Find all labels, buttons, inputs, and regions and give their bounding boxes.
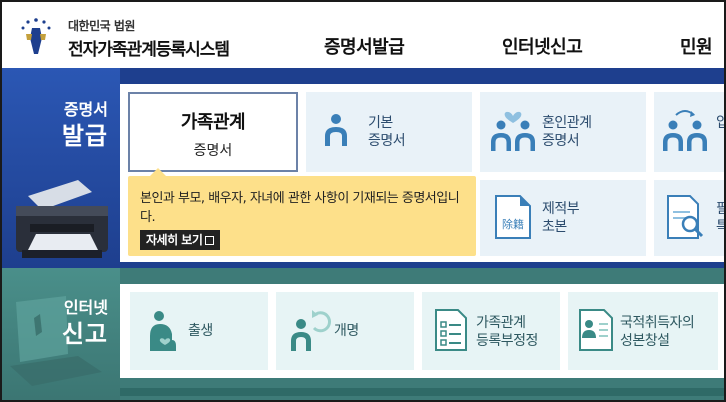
adoption-certificate-tile[interactable]: 입	[654, 92, 724, 172]
person-icon	[325, 114, 347, 146]
register-correction-sublabel: 등록부정정	[476, 333, 538, 349]
external-link-icon	[205, 236, 215, 245]
tooltip-arrow	[150, 168, 166, 176]
marriage-certificate-sublabel: 증명서	[542, 133, 580, 149]
register-correction-label: 가족관계	[476, 315, 526, 331]
basic-certificate-label: 기본	[368, 115, 393, 131]
birth-mother-icon	[150, 311, 176, 351]
certificate-tiles-panel: 가족관계 증명서 기본 증명서 혼인관계 증명서 본인과 부모, 배우자, 자녀…	[120, 84, 724, 262]
certificate-section-title-line2: 발급	[61, 122, 108, 150]
system-name[interactable]: 전자가족관계등록시스템	[68, 35, 230, 60]
removed-register-icon-text: 除籍	[502, 217, 524, 231]
printer-illustration-icon	[16, 180, 108, 258]
tooltip-description: 본인과 부모, 배우자, 자녀에 관한 사항이 기재되는 증명서입니다.	[140, 191, 460, 225]
register-correction-tile[interactable]: 가족관계 등록부정정	[422, 292, 560, 370]
special-certificate-label: 필	[716, 200, 724, 218]
person-refresh-icon	[291, 310, 332, 351]
report-section-side: 인터넷 신고	[2, 268, 120, 400]
birth-report-label: 출생	[188, 323, 213, 339]
nav-internet-report[interactable]: 인터넷신고	[502, 33, 583, 59]
certificate-description-tooltip: 본인과 부모, 배우자, 자녀에 관한 사항이 기재되는 증명서입니다. 자세히…	[128, 168, 476, 256]
naturalized-surname-tile[interactable]: 국적취득자의 성본창설	[568, 292, 718, 370]
report-section: 인터넷 신고 출생 개명 가족관계 등록부정정 국적취득자의 성본창설	[2, 268, 724, 400]
basic-certificate-sublabel: 증명서	[368, 133, 406, 149]
id-card-icon	[579, 309, 613, 351]
removed-register-label: 제적부	[542, 201, 580, 217]
marriage-certificate-label: 혼인관계	[542, 115, 592, 131]
document-search-icon	[667, 195, 704, 239]
site-header: 대한민국 법원 전자가족관계등록시스템 증명서발급 인터넷신고 민원	[2, 2, 724, 68]
family-relation-certificate-sublabel: 증명서	[193, 143, 233, 159]
certificate-section-side: 증명서 발급	[2, 68, 120, 268]
naturalized-surname-sublabel: 성본창설	[620, 333, 670, 349]
certificate-section: 증명서 발급 가족관계 증명서 기본 증명서 혼인관계 증명서 본인과 부모, …	[2, 68, 724, 268]
view-details-label: 자세히 보기	[146, 233, 203, 247]
removed-register-sublabel: 초본	[542, 219, 567, 235]
report-tiles-panel: 출생 개명 가족관계 등록부정정 국적취득자의 성본창설	[120, 284, 724, 378]
family-relation-certificate-label: 가족관계	[180, 112, 246, 133]
document-removed-register-icon: 除籍	[495, 195, 531, 239]
naturalized-surname-label: 국적취득자의	[620, 315, 695, 331]
marriage-certificate-tile[interactable]: 혼인관계 증명서	[480, 92, 646, 172]
special-certificate-sublabel: 특	[716, 218, 724, 236]
court-name: 대한민국 법원	[68, 19, 135, 33]
checklist-document-icon	[435, 309, 467, 351]
couple-heart-icon	[491, 111, 535, 151]
report-section-title-line2: 신고	[61, 320, 108, 348]
nav-certificate-issue[interactable]: 증명서발급	[324, 33, 405, 59]
birth-report-tile[interactable]: 출생	[130, 292, 268, 370]
court-logo-icon[interactable]	[18, 16, 54, 56]
basic-certificate-tile[interactable]: 기본 증명서	[306, 92, 472, 172]
name-change-tile[interactable]: 개명	[276, 292, 414, 370]
family-relation-certificate-tile[interactable]: 가족관계 증명서	[128, 92, 298, 172]
removed-register-extract-tile[interactable]: 除籍 제적부 초본	[480, 180, 646, 256]
name-change-label: 개명	[334, 323, 359, 339]
view-details-button[interactable]: 자세히 보기	[140, 230, 221, 250]
adoption-certificate-label: 입	[716, 114, 724, 132]
special-certificate-tile[interactable]: 필 특	[654, 180, 724, 256]
report-section-bottom-strip	[120, 388, 724, 396]
nav-civil-petition[interactable]: 민원	[680, 33, 713, 59]
page-frame: 대한민국 법원 전자가족관계등록시스템 증명서발급 인터넷신고 민원 증명서 발…	[0, 0, 726, 402]
family-adoption-icon	[663, 110, 707, 151]
